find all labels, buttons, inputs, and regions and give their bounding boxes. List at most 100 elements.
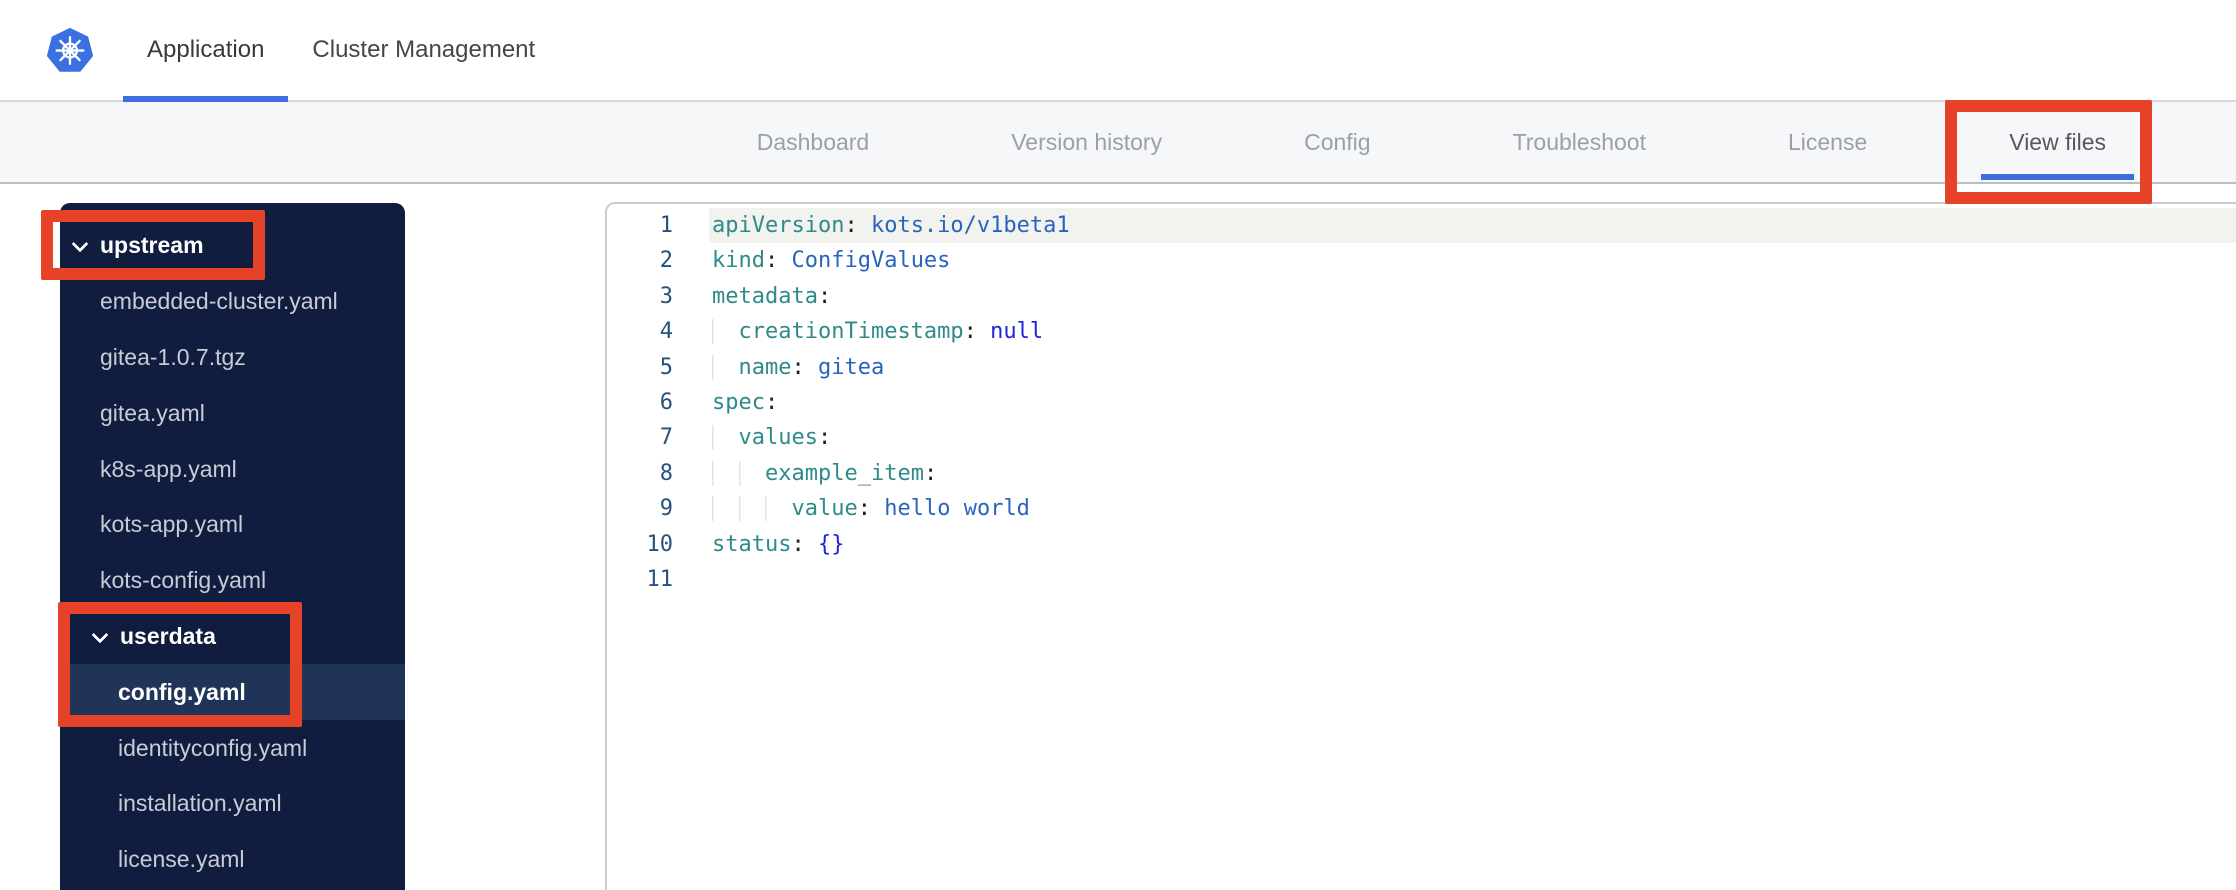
line-number: 5	[659, 354, 673, 380]
subnav-item-label: License	[1787, 128, 1868, 155]
tree-file-license-yaml[interactable]: license.yaml	[60, 832, 405, 888]
top-tab-label: Application	[147, 36, 265, 63]
token-key: example_item	[765, 460, 924, 486]
tree-file-gitea-yaml[interactable]: gitea.yaml	[60, 385, 405, 441]
token-key: creationTimestamp	[738, 319, 964, 345]
line-number: 4	[659, 319, 673, 345]
token-key: apiVersion	[712, 213, 845, 238]
yaml-file-viewer[interactable]: 1 apiVersion: kots.io/v1beta1 2 kind: Confi…	[605, 202, 2236, 890]
code-text: creationTimestamp: null	[709, 314, 2236, 349]
top-tab-cluster-management[interactable]: Cluster Management	[288, 0, 559, 100]
line-number: 8	[659, 460, 673, 486]
tree-item-label: k8s-app.yaml	[100, 455, 237, 482]
app-subnav-bar: Dashboard Version history Config Troublesho…	[0, 102, 2236, 184]
tree-item-label: installation.yaml	[118, 790, 282, 817]
tree-file-embedded-cluster-yaml[interactable]: embedded-cluster.yaml	[60, 274, 405, 330]
code-line: 6 spec:	[607, 385, 2236, 420]
active-subnav-underline	[1981, 174, 2134, 180]
tree-item-label: gitea.yaml	[100, 399, 205, 426]
line-number: 3	[659, 283, 673, 309]
token-val: ConfigValues	[791, 248, 951, 274]
code-line: 1 apiVersion: kots.io/v1beta1	[607, 208, 2236, 244]
token-pn: :	[844, 213, 871, 238]
tree-item-label: identityconfig.yaml	[118, 734, 308, 761]
subnav-item-license[interactable]: License	[1788, 102, 1867, 182]
code-line: 11	[607, 562, 2236, 597]
subnav-item-label: Config	[1304, 128, 1371, 155]
tree-item-label: kots-config.yaml	[100, 567, 267, 594]
token-ig	[765, 496, 792, 522]
tree-file-kots-app-yaml[interactable]: kots-app.yaml	[60, 497, 405, 553]
subnav-item-version-history[interactable]: Version history	[1011, 102, 1162, 182]
token-pn: :	[923, 460, 938, 486]
code-line: 9 value: hello world	[607, 491, 2236, 526]
tree-folder-upstream[interactable]: upstream	[60, 218, 405, 274]
chevron-down-icon	[92, 626, 107, 641]
token-kw: null	[990, 319, 1044, 345]
token-pn: :	[817, 283, 832, 309]
token-ig	[712, 496, 739, 522]
tree-file-k8s-app-yaml[interactable]: k8s-app.yaml	[60, 441, 405, 497]
code-line: 10 status: {}	[607, 527, 2236, 562]
token-ig	[738, 496, 765, 522]
token-val: kots.io/v1beta1	[870, 213, 1070, 238]
token-pn: :	[791, 531, 818, 557]
tree-item-label: license.yaml	[118, 846, 245, 873]
code-line: 8 example_item:	[607, 456, 2236, 491]
top-tab-application[interactable]: Application	[123, 0, 289, 102]
tree-file-gitea-1-0-7-tgz[interactable]: gitea-1.0.7.tgz	[60, 330, 405, 386]
token-ig	[712, 460, 739, 486]
token-ig	[712, 319, 739, 345]
line-number: 6	[659, 389, 673, 415]
code-line: 7 values:	[607, 420, 2236, 455]
line-number: 9	[659, 496, 673, 522]
code-text: example_item:	[709, 456, 2236, 491]
code-text: values:	[709, 420, 2236, 455]
code-text: apiVersion: kots.io/v1beta1	[709, 208, 2236, 244]
subnav-item-dashboard[interactable]: Dashboard	[757, 102, 870, 182]
tree-file-config-yaml[interactable]: config.yaml	[60, 664, 405, 721]
subnav-item-config[interactable]: Config	[1304, 102, 1370, 182]
line-number: 7	[659, 425, 673, 451]
tree-item-label: kots-app.yaml	[100, 511, 244, 538]
kots-admin-console: Application Cluster Management Dashboard V…	[0, 0, 2236, 890]
subnav-item-view-files[interactable]: View files	[1981, 102, 2134, 182]
token-pn: :	[764, 389, 779, 415]
token-ig	[712, 354, 739, 380]
token-pn: :	[817, 425, 832, 451]
token-key: kind	[712, 248, 765, 274]
tree-item-label: gitea-1.0.7.tgz	[100, 343, 246, 370]
code-text: metadata:	[709, 279, 2236, 314]
token-val: hello world	[884, 496, 1030, 522]
subnav-item-label: Version history	[1011, 128, 1163, 155]
code-line: 2 kind: ConfigValues	[607, 243, 2236, 278]
token-pn: :	[857, 496, 885, 522]
code-line: 3 metadata:	[607, 279, 2236, 314]
tree-file-kots-config-yaml[interactable]: kots-config.yaml	[60, 553, 405, 609]
tree-item-label: userdata	[120, 622, 216, 649]
subnav-item-label: Dashboard	[756, 128, 870, 155]
token-key: name	[738, 354, 792, 380]
top-tab-label: Cluster Management	[312, 36, 536, 63]
tree-file-installation-yaml[interactable]: installation.yaml	[60, 776, 405, 832]
code-text: value: hello world	[709, 491, 2236, 526]
token-ig	[738, 460, 765, 486]
token-key: status	[712, 531, 792, 557]
code-text: name: gitea	[709, 350, 2236, 385]
subnav-item-troubleshoot[interactable]: Troubleshoot	[1513, 102, 1646, 182]
token-pn: :	[791, 354, 818, 380]
subnav-item-label: Troubleshoot	[1512, 128, 1646, 155]
tree-folder-userdata[interactable]: userdata	[60, 609, 405, 665]
token-key: values	[738, 425, 818, 451]
tree-file-identityconfig-yaml[interactable]: identityconfig.yaml	[60, 720, 405, 776]
token-ig	[712, 425, 739, 451]
tree-item-label: upstream	[100, 232, 204, 259]
code-text: spec:	[709, 385, 2236, 420]
token-key: spec	[712, 389, 765, 415]
file-tree-sidebar: upstream embedded-cluster.yaml gitea-1.0.7…	[60, 203, 405, 890]
token-kw: {}	[817, 531, 845, 557]
code-text: kind: ConfigValues	[709, 243, 2236, 278]
tree-item-label: embedded-cluster.yaml	[100, 288, 338, 315]
line-number: 1	[659, 213, 673, 238]
